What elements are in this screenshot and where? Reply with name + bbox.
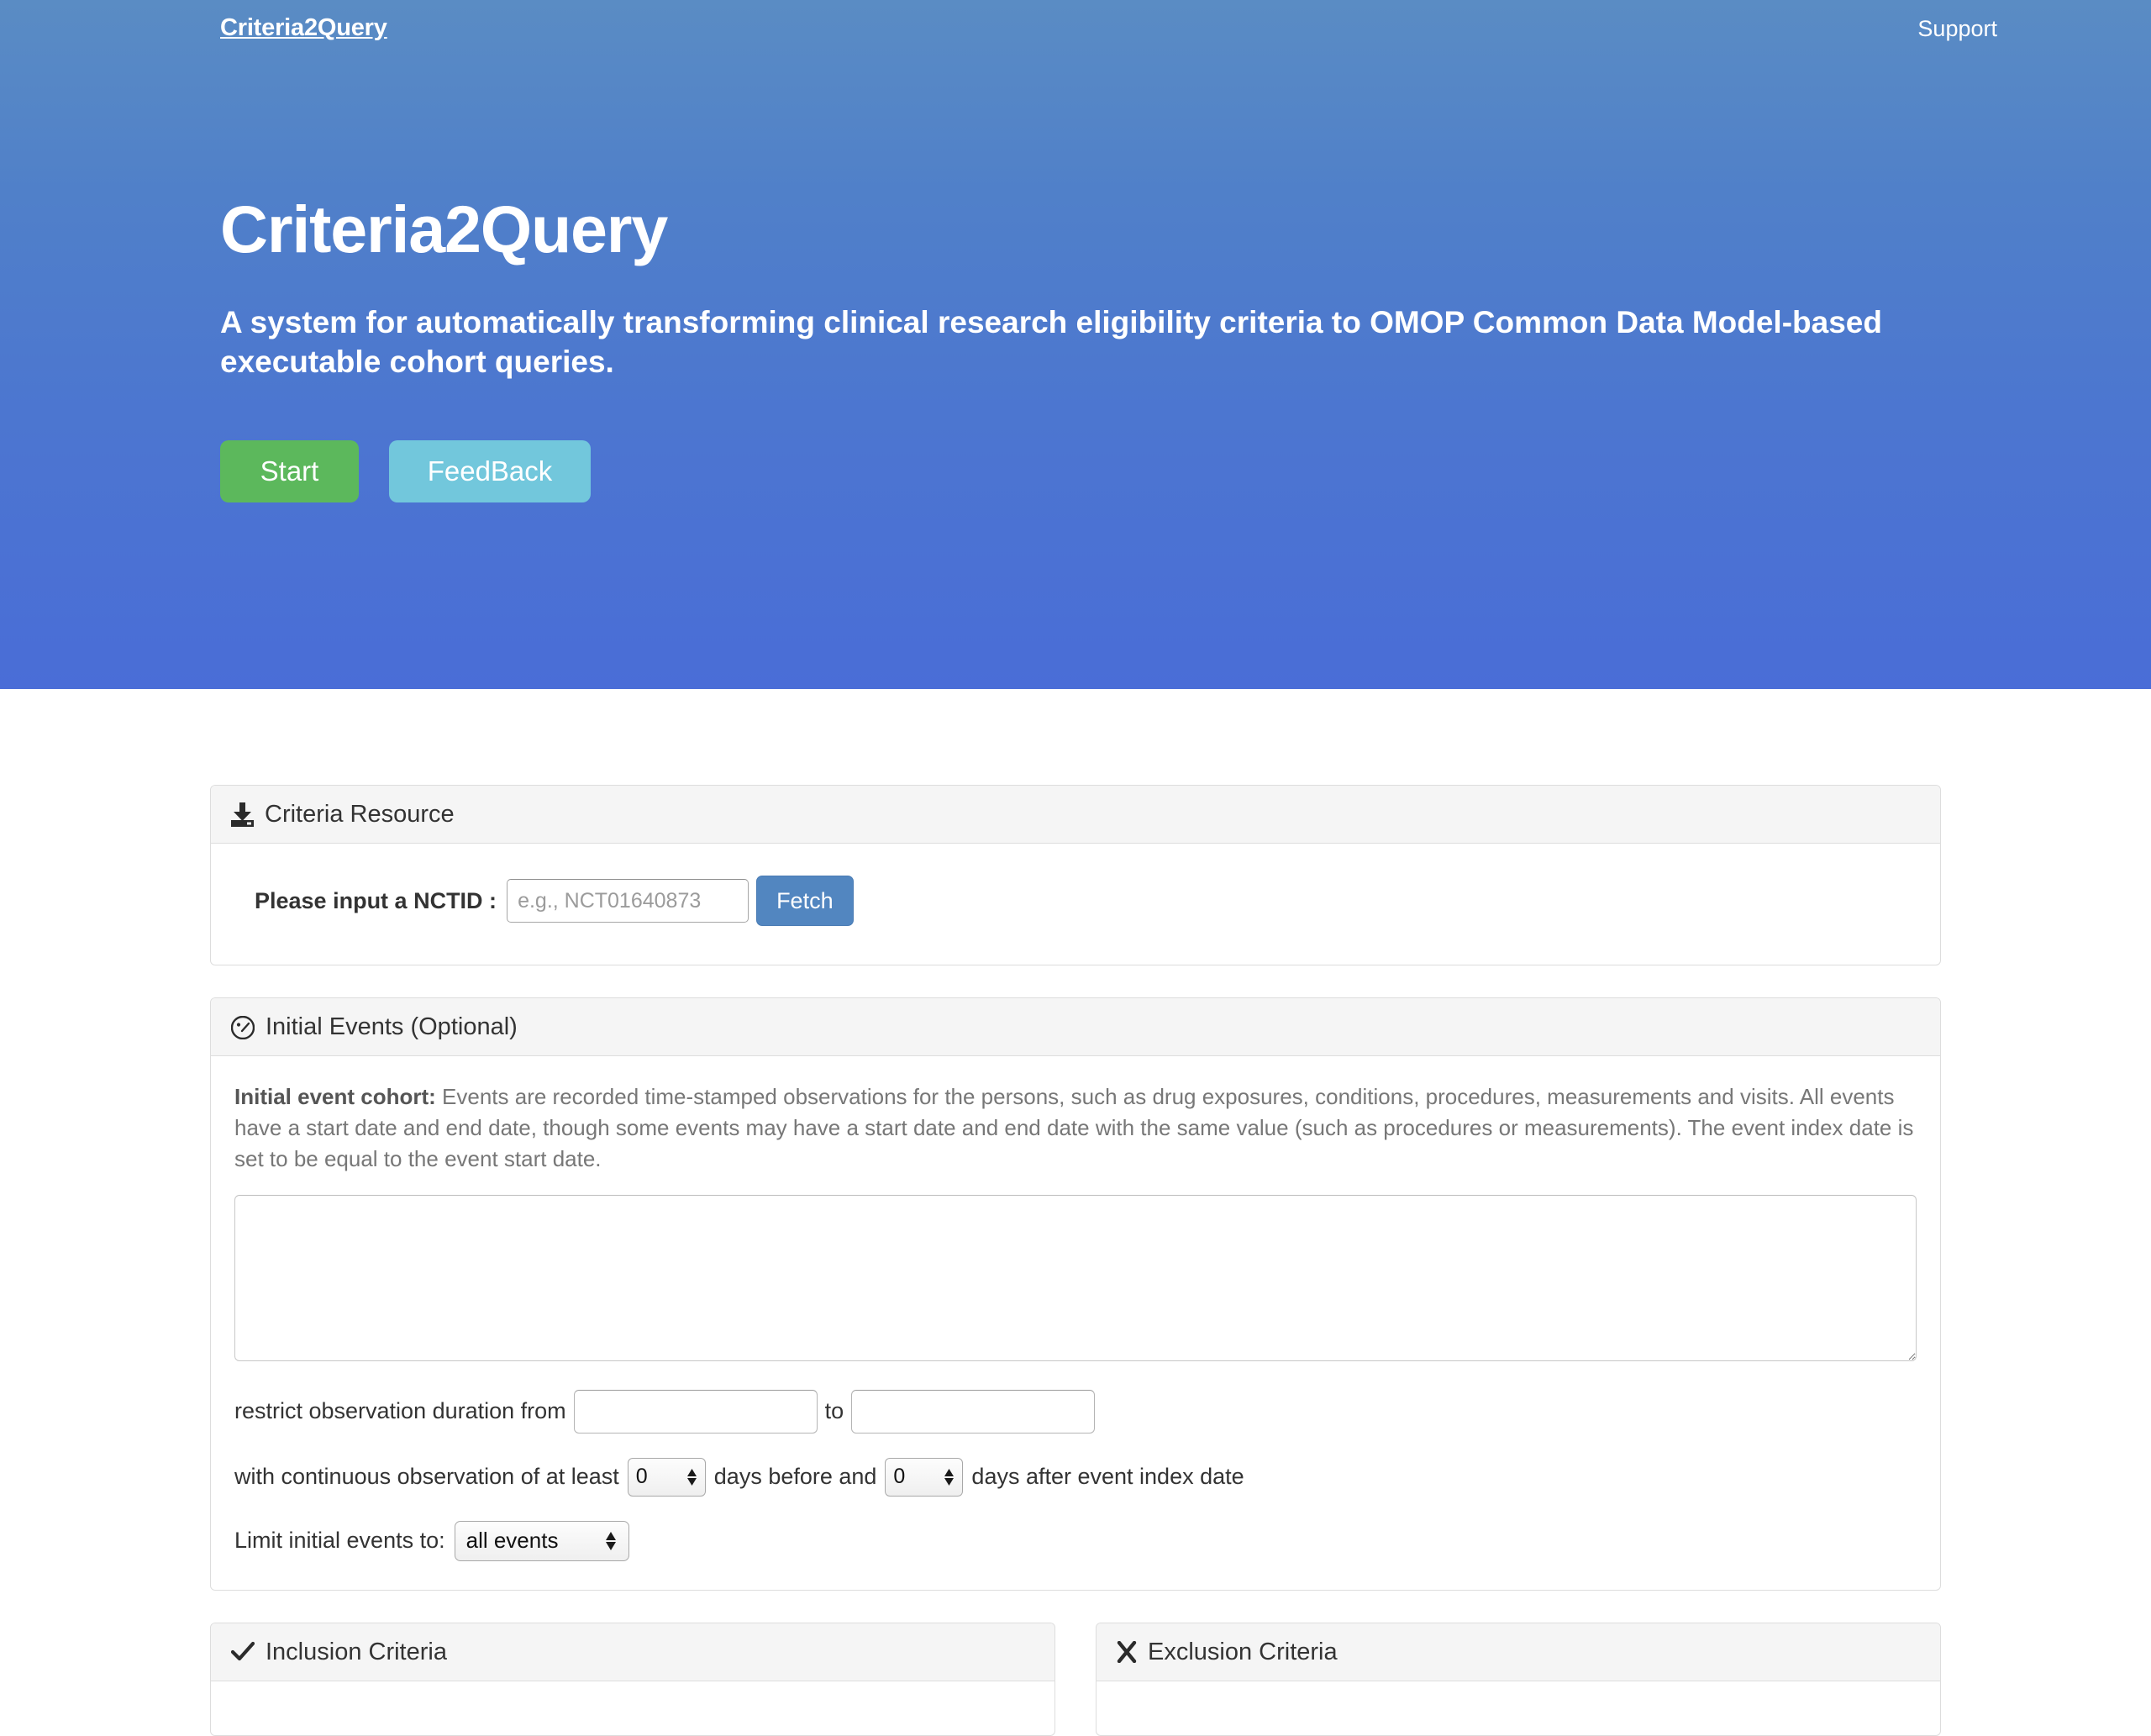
criteria-columns: Inclusion Criteria Exclusion Criteria: [210, 1622, 1941, 1736]
inclusion-criteria-body: [211, 1681, 1054, 1735]
restrict-duration-prefix-label: restrict observation duration from: [234, 1398, 566, 1424]
continuous-observation-row: with continuous observation of at least …: [234, 1457, 1917, 1497]
chevron-updown-icon[interactable]: [604, 1531, 618, 1551]
initial-events-body: Initial event cohort: Events are recorde…: [211, 1056, 1940, 1590]
restrict-duration-to-label: to: [824, 1398, 844, 1424]
feedback-button[interactable]: FeedBack: [389, 440, 591, 502]
fetch-button[interactable]: Fetch: [756, 876, 854, 926]
continuous-observation-prefix-label: with continuous observation of at least: [234, 1464, 619, 1490]
initial-events-title-group: Initial Events (Optional): [231, 1015, 518, 1039]
initial-event-cohort-text: Events are recorded time-stamped observa…: [234, 1084, 1914, 1171]
limit-initial-events-row: Limit initial events to: all events: [234, 1520, 1917, 1561]
criteria-resource-title-group: Criteria Resource: [231, 802, 455, 827]
stepper-arrows-icon[interactable]: [943, 1468, 955, 1486]
x-icon: [1117, 1641, 1137, 1664]
initial-events-title: Initial Events (Optional): [266, 1013, 518, 1040]
limit-initial-events-label: Limit initial events to:: [234, 1528, 445, 1554]
criteria-resource-panel: Criteria Resource Please input a NCTID :…: [210, 785, 1941, 965]
nctid-label: Please input a NCTID :: [255, 887, 497, 913]
initial-events-panel: Initial Events (Optional) Initial event …: [210, 997, 1941, 1591]
main-container: Criteria Resource Please input a NCTID :…: [210, 689, 1941, 1736]
days-after-stepper[interactable]: 0: [885, 1457, 964, 1497]
hero-subtitle: A system for automatically transforming …: [220, 304, 1882, 379]
restrict-observation-duration-row: restrict observation duration from to: [234, 1389, 1917, 1434]
exclusion-criteria-heading: Exclusion Criteria: [1097, 1623, 1940, 1681]
days-before-stepper[interactable]: 0: [627, 1457, 706, 1497]
limit-initial-events-select[interactable]: all events: [454, 1520, 629, 1561]
observation-duration-to-input[interactable]: [851, 1389, 1096, 1434]
dashboard-icon: [231, 1015, 255, 1039]
hero-banner: Criteria2Query Support Criteria2Query A …: [0, 0, 2151, 689]
initial-event-cohort-textarea[interactable]: [234, 1194, 1917, 1361]
criteria-resource-heading: Criteria Resource: [211, 786, 1940, 844]
stepper-arrows-icon[interactable]: [686, 1468, 698, 1486]
exclusion-criteria-body: [1097, 1681, 1940, 1735]
inclusion-criteria-heading: Inclusion Criteria: [211, 1623, 1054, 1681]
top-navbar: Criteria2Query Support: [0, 0, 2151, 66]
inclusion-criteria-title-group: Inclusion Criteria: [231, 1638, 447, 1665]
days-before-label: days before and: [713, 1464, 877, 1490]
check-icon: [231, 1641, 255, 1663]
criteria-resource-body: Please input a NCTID : Fetch: [211, 844, 1940, 965]
inclusion-criteria-panel: Inclusion Criteria: [210, 1622, 1055, 1736]
initial-event-cohort-label: Initial event cohort:: [234, 1084, 436, 1109]
hero-text-block: Criteria2Query A system for automaticall…: [220, 192, 1985, 381]
start-button[interactable]: Start: [220, 440, 359, 502]
download-icon: [231, 802, 254, 827]
criteria-resource-title: Criteria Resource: [265, 801, 455, 828]
observation-duration-from-input[interactable]: [573, 1389, 818, 1434]
navbar-brand[interactable]: Criteria2Query: [220, 16, 387, 40]
inclusion-criteria-title: Inclusion Criteria: [266, 1638, 447, 1665]
days-after-label: days after event index date: [971, 1464, 1244, 1490]
navbar-right-group: Support: [1917, 18, 1997, 40]
limit-initial-events-value: all events: [465, 1528, 559, 1554]
days-after-value: 0: [893, 1465, 906, 1489]
initial-event-cohort-description: Initial event cohort: Events are recorde…: [234, 1081, 1917, 1175]
nctid-form-row: Please input a NCTID : Fetch: [234, 869, 1917, 936]
exclusion-criteria-title-group: Exclusion Criteria: [1117, 1638, 1338, 1665]
nav-link-support[interactable]: Support: [1917, 16, 1997, 41]
page-title: Criteria2Query: [220, 192, 668, 266]
days-before-value: 0: [635, 1465, 648, 1489]
exclusion-criteria-title: Exclusion Criteria: [1148, 1638, 1338, 1665]
hero-action-buttons: Start FeedBack: [220, 440, 591, 502]
initial-events-heading: Initial Events (Optional): [211, 998, 1940, 1056]
exclusion-criteria-panel: Exclusion Criteria: [1096, 1622, 1941, 1736]
nctid-input[interactable]: [507, 879, 749, 923]
